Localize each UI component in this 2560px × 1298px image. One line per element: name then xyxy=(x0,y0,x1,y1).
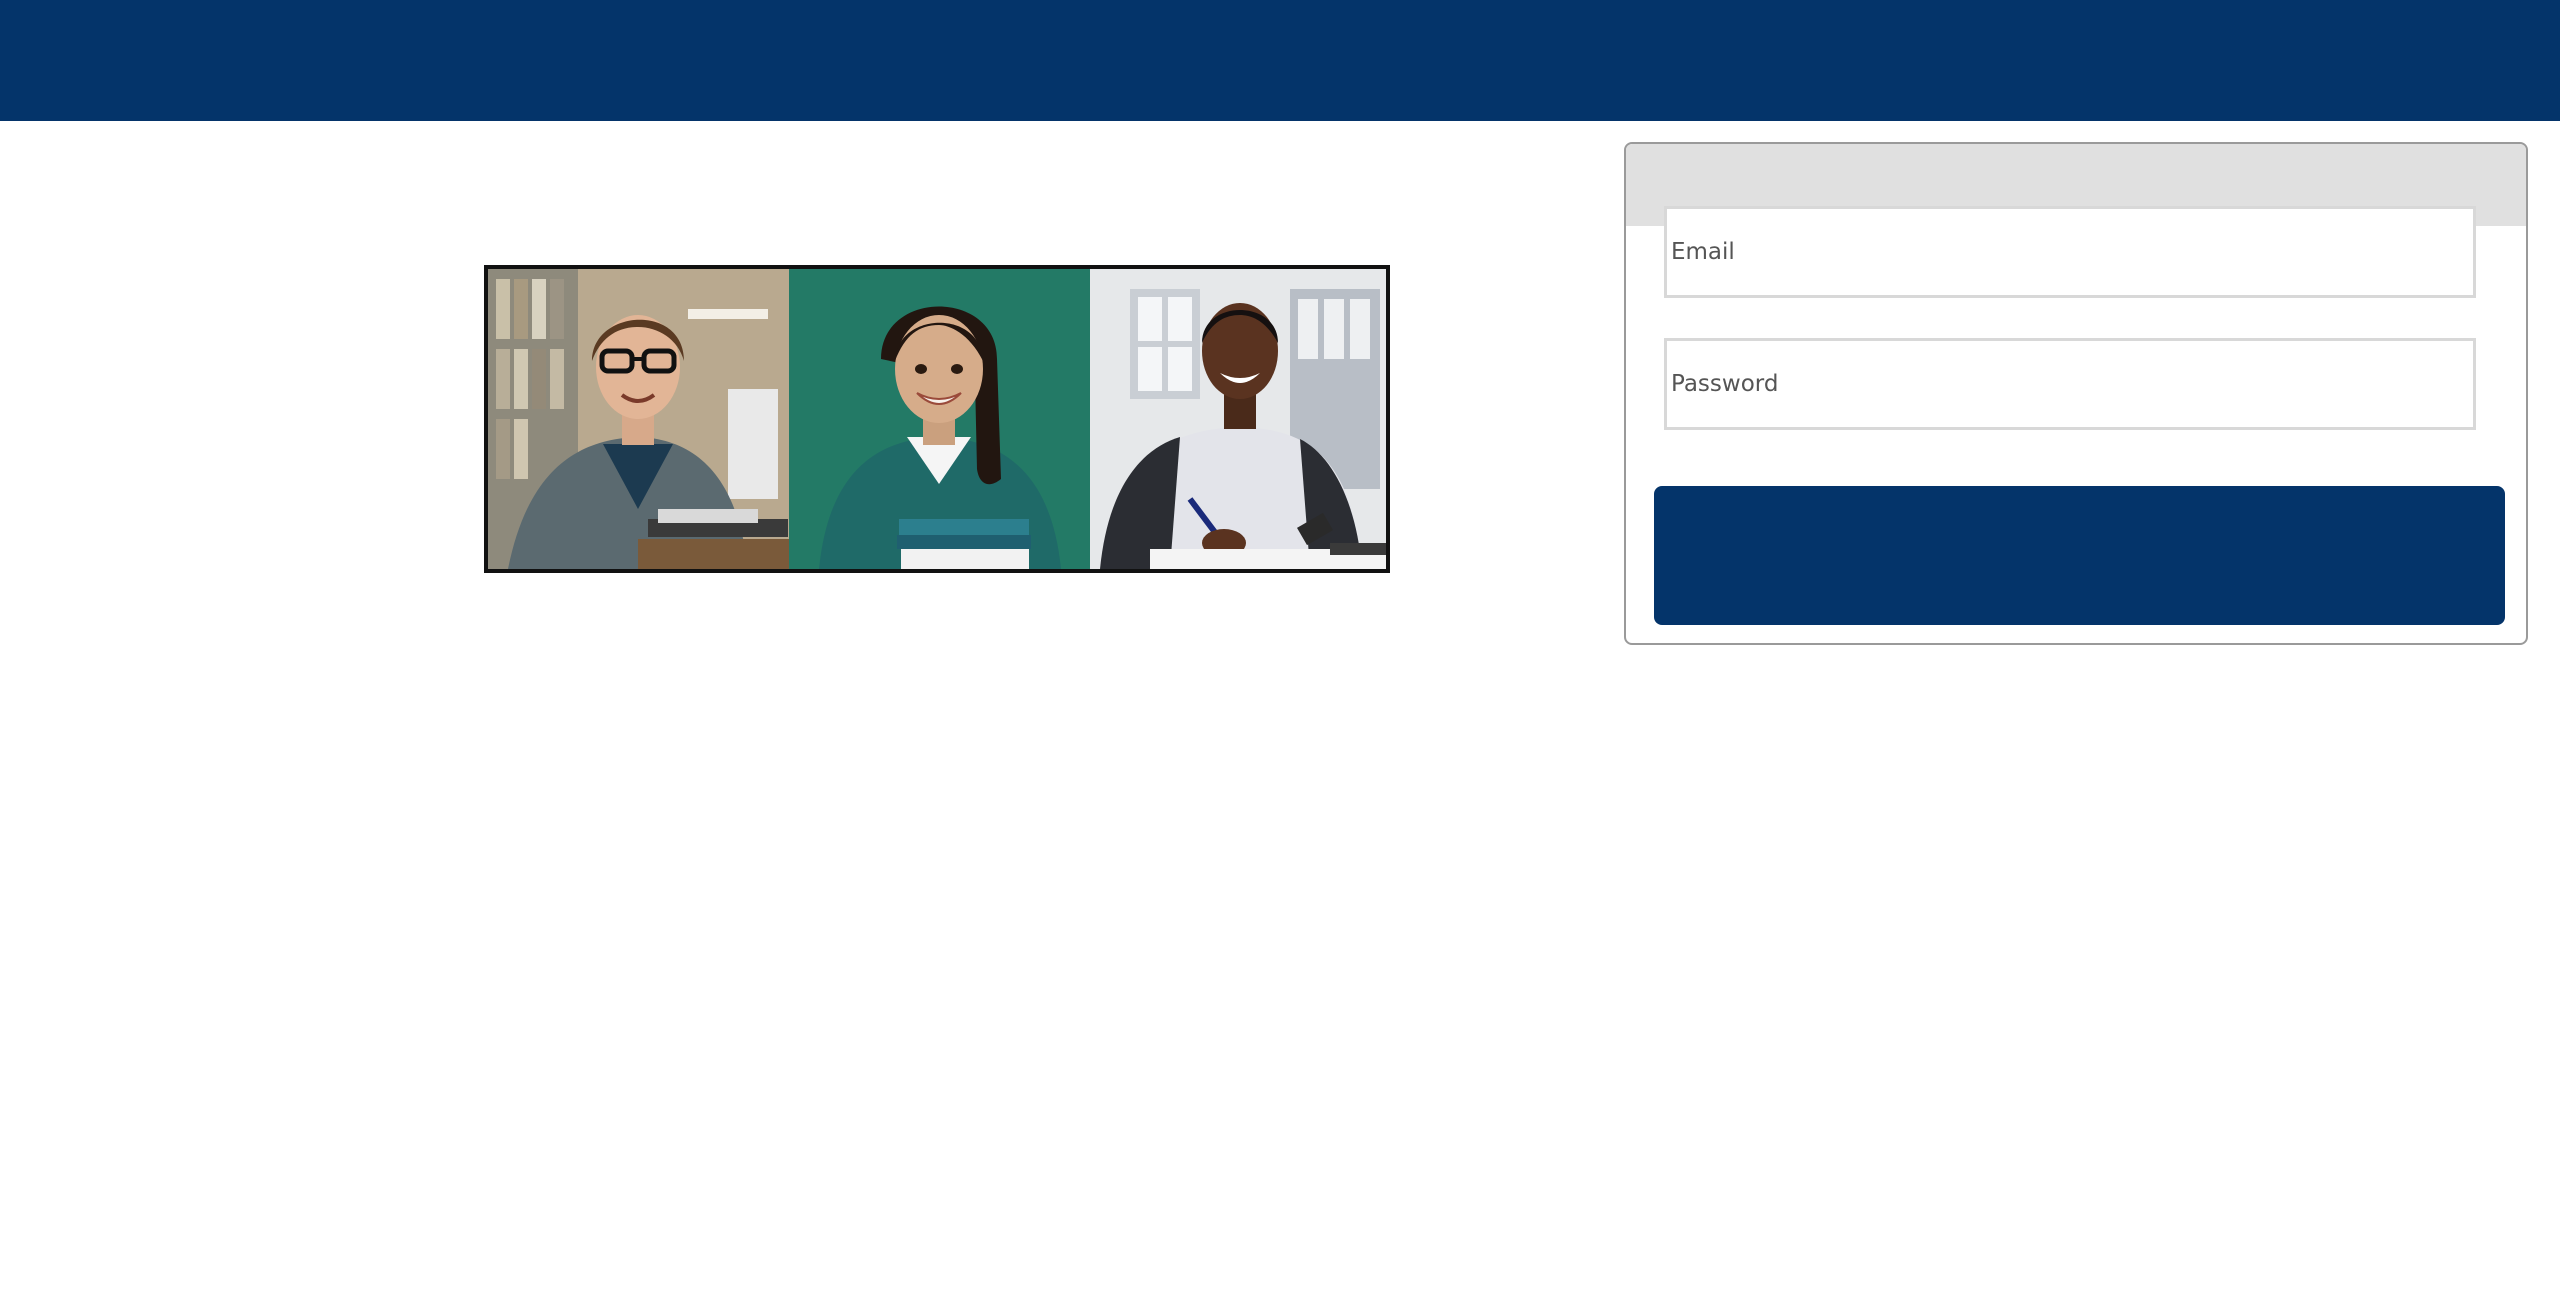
login-button[interactable] xyxy=(1654,486,2505,625)
password-field[interactable] xyxy=(1664,338,2476,430)
email-field[interactable] xyxy=(1664,206,2476,298)
hero-image xyxy=(484,265,1390,573)
top-header-bar xyxy=(0,0,2560,121)
student-books-photo xyxy=(789,269,1090,569)
student-laptop-photo xyxy=(488,269,789,569)
student-writing-photo xyxy=(1090,269,1386,569)
login-panel xyxy=(1624,142,2528,645)
